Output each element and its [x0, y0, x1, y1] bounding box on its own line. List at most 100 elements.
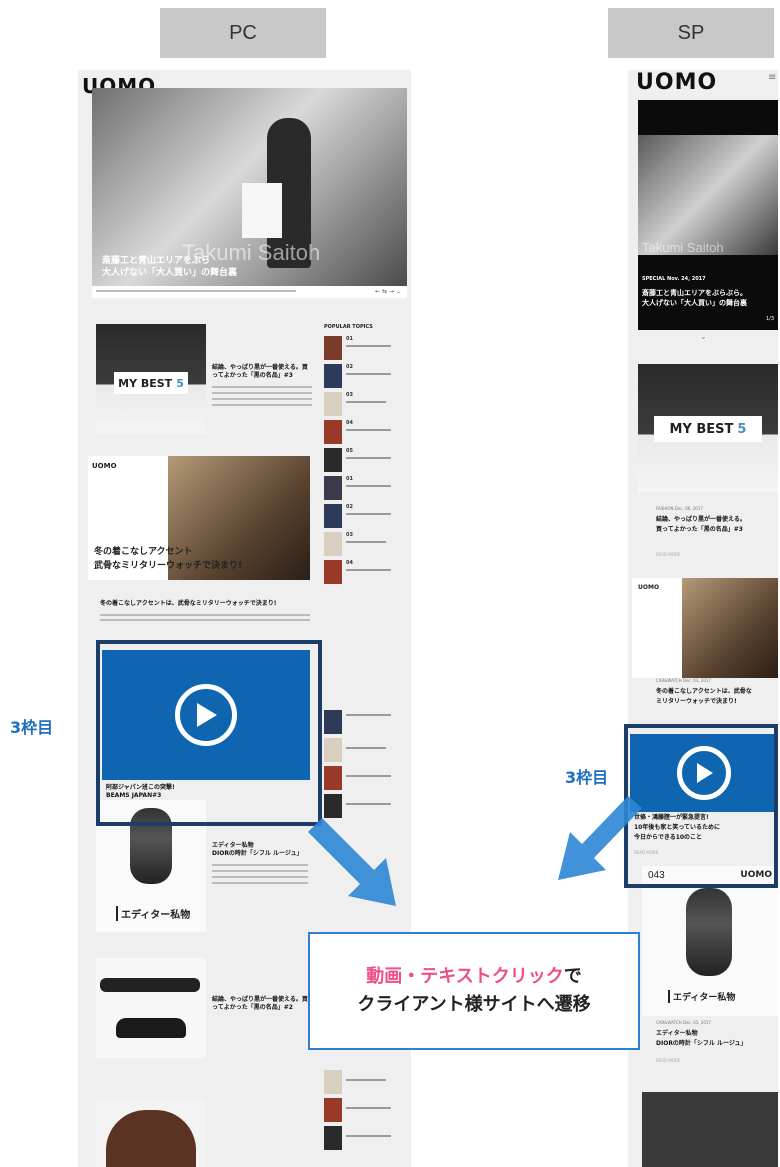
sp-article1-read-more[interactable]: READ MORE [656, 552, 680, 557]
topic-title-line [346, 747, 386, 749]
topic-title-line [346, 1107, 391, 1109]
pc-article4-title-line1[interactable]: エディター私物 [212, 842, 254, 850]
popular-topic-item[interactable]: 02 [324, 504, 394, 530]
pc-hero-image[interactable]: Takumi Saitoh 斎藤工と青山エリアをぶら 大人げない「大人買い」の舞… [92, 88, 407, 286]
hero-caption-bar: ← ⇆ → ⌄ [92, 286, 407, 298]
sp-label: SP [677, 21, 705, 44]
topic-thumb [324, 1126, 342, 1150]
callout-line1-rest: で [563, 966, 582, 987]
sp-menu-icon[interactable]: ≡ [768, 72, 776, 83]
popular-topics-list-1: 01 02 03 04 05 01 02 03 04 [324, 336, 408, 606]
pc-third-slot-label: 3枠目 [10, 718, 54, 737]
topic-number: 05 [346, 448, 353, 454]
popular-topic-item[interactable] [324, 1126, 394, 1152]
sp-chevron-down-icon[interactable]: ⌄ [700, 332, 707, 341]
topic-number: 03 [346, 392, 353, 398]
topic-thumb [324, 1098, 342, 1122]
popular-topic-item[interactable]: 05 [324, 448, 394, 474]
popular-topic-item[interactable]: 04 [324, 560, 394, 586]
pc-article5-title[interactable]: 結論、やっぱり黒が一番使える。買ってよかった「黒の名品」#2 [212, 996, 312, 1012]
pc-article2-title[interactable]: 冬の着こなしアクセントは、武骨なミリタリーウォッチで決まり! [100, 600, 310, 608]
sp-article4-title-line1[interactable]: エディター私物 [656, 1030, 698, 1038]
popular-topic-item[interactable]: 03 [324, 532, 394, 558]
sp-hero-image[interactable]: Takumi Saitoh SPECIAL Nov. 24, 2017 斎藤工と… [638, 100, 778, 330]
pc-third-slot-frame [96, 640, 322, 826]
hero-shopping-bag [242, 183, 282, 238]
sp-article4-title-line2[interactable]: DIORの時計「シフル ルージュ」 [656, 1040, 746, 1048]
sp-article4-read-more[interactable]: READ MORE [656, 1058, 680, 1063]
arrow-down-left-icon [558, 796, 642, 880]
pc-article5-thumb[interactable] [96, 958, 206, 1058]
pc-article1-excerpt [212, 386, 312, 406]
pc-article6-thumb[interactable] [96, 1100, 206, 1167]
sp-article1-category: FASHION Dec. 06, 2017 [656, 506, 703, 511]
sp-hero-title-line1[interactable]: 斎藤工と青山エリアをぶらぶら。 [642, 288, 747, 298]
sp-article2-title-line1[interactable]: 冬の着こなしアクセントは、武骨な [656, 688, 752, 696]
sp-article2-title-line2[interactable]: ミリタリーウォッチで決まり! [656, 698, 737, 706]
article2-banner-line1: 冬の着こなしアクセント [94, 547, 193, 557]
sp-page-preview: UOMO ≡ Takumi Saitoh SPECIAL Nov. 24, 20… [628, 70, 778, 1167]
pc-hero-title-line1[interactable]: 斎藤工と青山エリアをぶら [102, 256, 210, 267]
topic-number: 04 [346, 420, 353, 426]
popular-topic-item[interactable]: 01 [324, 336, 394, 362]
topic-title-line [346, 775, 391, 777]
topic-number: 01 [346, 336, 353, 342]
sp-third-slot-label: 3枠目 [565, 768, 609, 787]
topic-thumb [324, 560, 342, 584]
sp-logo[interactable]: UOMO [636, 70, 717, 95]
popular-topic-item[interactable] [324, 710, 394, 736]
pc-article4-title-line2[interactable]: DIORの時計「シフル ルージュ」 [212, 850, 302, 858]
topic-thumb [324, 392, 342, 416]
callout-line1: 動画・テキストクリックで [366, 963, 581, 991]
callout-line2: クライアント様サイトへ遷移 [357, 994, 591, 1015]
popular-topic-item[interactable]: 02 [324, 364, 394, 390]
sp-article5-thumb[interactable] [642, 1092, 778, 1167]
my-best-label: MY BEST 5 [114, 372, 188, 394]
pc-article2-excerpt [100, 614, 310, 624]
topic-title-line [346, 373, 391, 375]
topic-thumb [324, 766, 342, 790]
popular-topics-list-3 [324, 1070, 408, 1160]
sp-hero-photo [638, 135, 778, 255]
topic-thumb [324, 448, 342, 472]
popular-topic-item[interactable] [324, 1098, 394, 1124]
sp-article1-title-line2[interactable]: 買ってよかった「黒の名品」#3 [656, 526, 743, 534]
popular-topic-item[interactable]: 01 [324, 476, 394, 502]
my-best-word: MY BEST [118, 376, 173, 390]
sp-label-tab: SP [608, 8, 774, 58]
topic-thumb [324, 532, 342, 556]
pc-article2-banner[interactable]: UOMO 冬の着こなしアクセント 武骨なミリタリーウォッチで決まり! [88, 456, 310, 580]
sp-article1-thumb[interactable]: MY BEST 5 [638, 364, 778, 492]
shoe-image [100, 978, 200, 992]
topic-thumb [324, 738, 342, 762]
popular-topic-item[interactable] [324, 738, 394, 764]
sp-article2-photo [682, 578, 778, 678]
topic-title-line [346, 803, 391, 805]
pc-hero-title-line2[interactable]: 大人げない「大人買い」の舞台裏 [102, 268, 237, 279]
popular-topic-item[interactable]: 03 [324, 392, 394, 418]
sp-article4-badge: エディター私物 [668, 990, 735, 1003]
click-transition-callout: 動画・テキストクリックで クライアント様サイトへ遷移 [308, 932, 640, 1050]
sp-hero-title-line2[interactable]: 大人げない「大人買い」の舞台裏 [642, 298, 747, 308]
shoe-image [116, 1018, 186, 1038]
popular-topic-item[interactable] [324, 766, 394, 792]
pc-article1-thumb[interactable]: MY BEST 5 [96, 324, 206, 434]
topic-title-line [346, 485, 391, 487]
sp-article4-thumb[interactable]: 043 UOMO エディター私物 [642, 866, 778, 1016]
popular-topic-item[interactable]: 04 [324, 420, 394, 446]
pc-article1-title[interactable]: 結論、やっぱり黒が一番使える。買ってよかった「黒の名品」#3 [212, 364, 312, 380]
topic-thumb [324, 504, 342, 528]
sp-hero-counter: 1/3 [765, 316, 774, 322]
topic-number: 02 [346, 504, 353, 510]
article4-badge: エディター私物 [116, 906, 190, 921]
topic-thumb [324, 420, 342, 444]
sp-article1-title-line1[interactable]: 結論、やっぱり黒が一番使える。 [656, 516, 746, 524]
popular-topic-item[interactable] [324, 1070, 394, 1096]
topic-thumb [324, 336, 342, 360]
sp-article4-category: CAR&WATCH Dec. 05, 2017 [656, 1020, 711, 1025]
sp-hero-name-overlay: Takumi Saitoh [642, 240, 724, 255]
topic-title-line [346, 401, 386, 403]
sp-article2-banner[interactable]: UOMO [632, 578, 778, 678]
hero-pager-arrows[interactable]: ← ⇆ → ⌄ [375, 288, 401, 295]
topic-number: 03 [346, 532, 353, 538]
